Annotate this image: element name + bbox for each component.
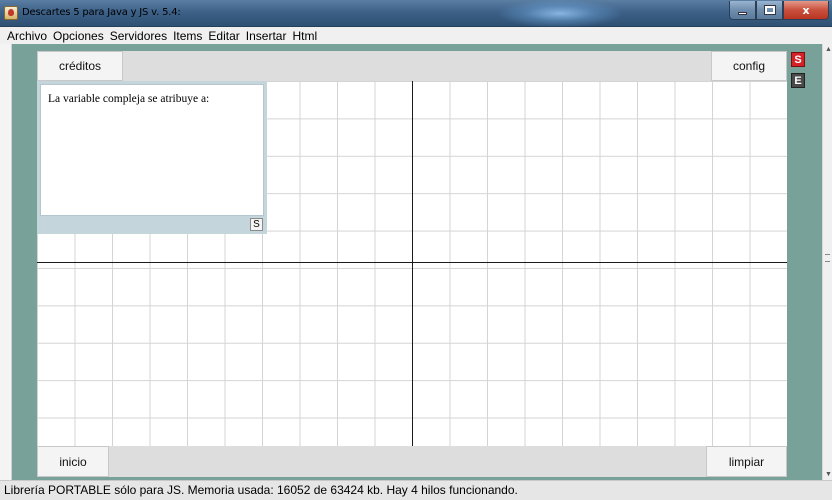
descartes-scene: créditos config S E La variable compleja… bbox=[0, 44, 832, 480]
window-title-bar[interactable]: Descartes 5 para Java y JS v. 5.4: x bbox=[0, 0, 832, 27]
window-controls: x bbox=[729, 1, 829, 21]
maximize-icon[interactable] bbox=[756, 1, 783, 20]
limpiar-button[interactable]: limpiar bbox=[706, 446, 787, 477]
s-badge-button[interactable]: S bbox=[791, 52, 805, 67]
y-axis bbox=[412, 81, 413, 451]
scroll-grip-icon[interactable] bbox=[825, 254, 830, 262]
menu-html[interactable]: Html bbox=[289, 29, 320, 43]
scroll-up-icon[interactable]: ▲ bbox=[825, 46, 832, 53]
vertical-scrollbar[interactable]: ▲ ▼ bbox=[822, 44, 832, 480]
menu-insertar[interactable]: Insertar bbox=[243, 29, 290, 43]
menu-servidores[interactable]: Servidores bbox=[107, 29, 170, 43]
title-bar-glow bbox=[500, 0, 620, 27]
menu-items[interactable]: Items bbox=[170, 29, 205, 43]
left-window-edge bbox=[0, 44, 12, 480]
menu-archivo[interactable]: Archivo bbox=[4, 29, 50, 43]
text-panel-content: La variable compleja se atribuye a: bbox=[40, 84, 264, 216]
minimize-icon[interactable] bbox=[729, 1, 756, 20]
close-icon[interactable]: x bbox=[783, 1, 829, 20]
panel-s-button[interactable]: S bbox=[250, 218, 263, 231]
menu-opciones[interactable]: Opciones bbox=[50, 29, 107, 43]
inicio-button[interactable]: inicio bbox=[37, 446, 109, 477]
window-title: Descartes 5 para Java y JS v. 5.4: bbox=[22, 7, 181, 18]
e-badge-button[interactable]: E bbox=[791, 73, 805, 88]
status-bar: Librería PORTABLE sólo para JS. Memoria … bbox=[0, 480, 832, 500]
scroll-down-icon[interactable]: ▼ bbox=[825, 471, 832, 478]
menu-bar: Archivo Opciones Servidores Items Editar… bbox=[0, 27, 832, 44]
panel-message: La variable compleja se atribuye a: bbox=[48, 93, 210, 105]
java-coffee-icon bbox=[4, 6, 18, 20]
text-panel: La variable compleja se atribuye a: S bbox=[37, 81, 267, 234]
top-toolbar: créditos config bbox=[37, 51, 787, 81]
menu-editar[interactable]: Editar bbox=[205, 29, 242, 43]
config-button[interactable]: config bbox=[711, 51, 787, 81]
creditos-button[interactable]: créditos bbox=[37, 51, 123, 81]
bottom-toolbar: inicio limpiar bbox=[37, 446, 787, 477]
